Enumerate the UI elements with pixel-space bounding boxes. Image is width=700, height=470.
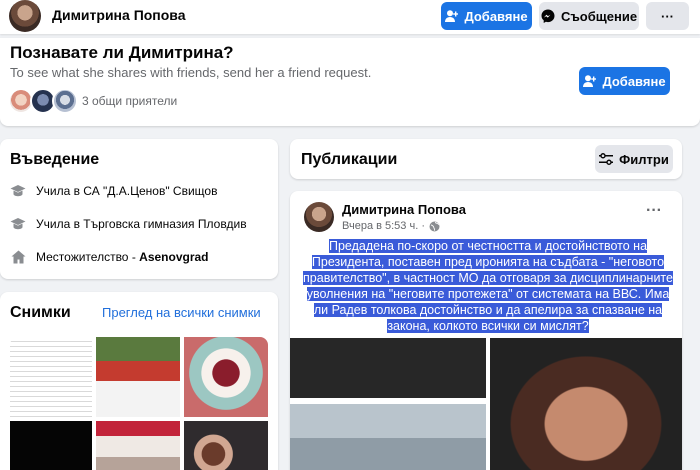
post-time-text: Вчера в 5:53 ч. ·	[342, 220, 425, 232]
publications-title: Публикации	[301, 151, 398, 168]
messenger-icon	[541, 9, 555, 23]
post-image[interactable]	[290, 338, 486, 470]
profile-name[interactable]: Димитрина Попова	[52, 7, 186, 23]
more-icon: ···	[661, 8, 674, 24]
add-friend-label: Добавяне	[464, 8, 528, 24]
friend-suggestion-title: Познавате ли Димитрина?	[10, 43, 234, 62]
photo-thumbnail[interactable]	[96, 337, 180, 417]
message-label: Съобщение	[560, 8, 638, 24]
user-plus-icon	[445, 10, 459, 22]
add-friend-button[interactable]: Добавяне	[441, 2, 532, 30]
intro-item-education: Учила в Търговска гимназия Пловдив	[10, 215, 247, 233]
post-text: Предадена по-скоро от честността и досто…	[302, 238, 674, 334]
mutual-friends-avatars[interactable]	[8, 88, 82, 114]
filter-label: Филтри	[619, 151, 669, 167]
user-plus-icon	[583, 75, 597, 87]
intro-item-residence: Местожителство - Asenovgrad	[10, 248, 209, 266]
see-all-photos-link[interactable]: Преглед на всички снимки	[102, 305, 261, 320]
filter-button[interactable]: Филтри	[595, 145, 673, 173]
intro-item-text: Учила в СА "Д.А.Ценов" Свищов	[36, 184, 218, 198]
message-button[interactable]: Съобщение	[539, 2, 639, 30]
post-text-selected: Предадена по-скоро от честността и досто…	[303, 239, 673, 333]
avatar[interactable]	[9, 0, 41, 32]
graduation-cap-icon	[10, 216, 26, 232]
post-card: Димитрина Попова Вчера в 5:53 ч. · ··· П…	[290, 191, 682, 470]
intro-item-text: Местожителство -	[36, 250, 140, 264]
sliders-icon	[599, 153, 614, 165]
photo-thumbnail[interactable]	[10, 421, 92, 470]
friend-suggestion-subtitle: To see what she shares with friends, sen…	[10, 65, 372, 80]
photo-thumbnail[interactable]	[184, 421, 268, 470]
intro-title: Въведение	[10, 151, 100, 168]
avatar[interactable]	[52, 88, 78, 114]
publications-header: Публикации Филтри	[290, 139, 682, 179]
post-timestamp[interactable]: Вчера в 5:53 ч. ·	[342, 220, 440, 232]
photo-thumbnail[interactable]	[10, 337, 92, 417]
globe-icon	[429, 221, 440, 232]
graduation-cap-icon	[10, 183, 26, 199]
photos-title[interactable]: Снимки	[10, 304, 71, 322]
add-friend-label: Добавяне	[602, 73, 666, 89]
intro-card: Въведение Учила в СА "Д.А.Ценов" Свищов …	[0, 139, 278, 279]
residence-link[interactable]: Asenovgrad	[139, 250, 208, 264]
intro-item-text: Учила в Търговска гимназия Пловдив	[36, 217, 247, 231]
friend-suggestion-card: Познавате ли Димитрина? To see what she …	[0, 38, 700, 126]
more-options-button[interactable]: ···	[646, 2, 689, 30]
intro-item-education: Учила в СА "Д.А.Ценов" Свищов	[10, 182, 217, 200]
home-icon	[10, 249, 26, 265]
avatar[interactable]	[304, 202, 334, 232]
photo-thumbnail[interactable]	[184, 337, 268, 417]
mutual-friends-count[interactable]: 3 общи приятели	[82, 94, 177, 108]
photo-thumbnail[interactable]	[96, 421, 180, 470]
post-more-options-button[interactable]: ···	[642, 203, 666, 222]
post-author[interactable]: Димитрина Попова	[342, 202, 466, 217]
profile-header-bar: Димитрина Попова Добавяне Съобщение ···	[0, 0, 700, 34]
post-image[interactable]	[490, 338, 682, 470]
add-friend-button[interactable]: Добавяне	[579, 67, 670, 95]
